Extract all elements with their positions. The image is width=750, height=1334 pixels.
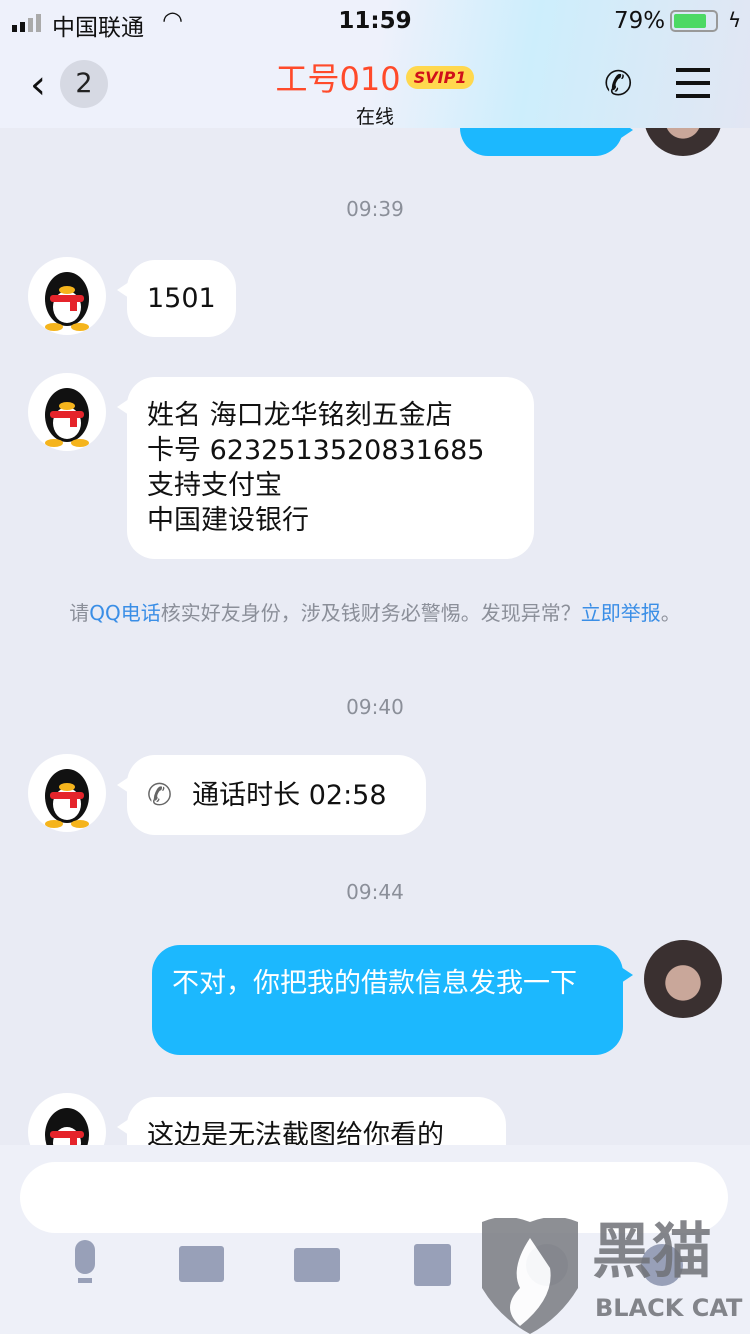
menu-icon[interactable] bbox=[676, 68, 710, 98]
nav-header: 中国联通 ◠ 11:59 79% ϟ ‹ 2 工号010 SVIP1 在线 ✆ bbox=[0, 0, 750, 128]
phone-icon[interactable]: ✆ bbox=[604, 64, 633, 104]
line: 姓名 海口龙华铭刻五金店 bbox=[147, 400, 453, 431]
line: 支持支付宝 bbox=[147, 470, 282, 501]
timestamp: 09:44 bbox=[346, 880, 404, 904]
microphone-icon[interactable] bbox=[55, 1240, 115, 1300]
notice-text: 。 bbox=[660, 601, 681, 625]
title-group: 工号010 SVIP1 在线 bbox=[0, 54, 750, 129]
notice-text: 请 bbox=[69, 601, 90, 625]
message-bubble-bank-info: 姓名 海口龙华铭刻五金店 卡号 6232513520831685 支持支付宝 中… bbox=[117, 377, 534, 559]
svip-badge: SVIP1 bbox=[405, 65, 475, 89]
notice-text: 核实好友身份，涉及钱财务必警惕。发现异常？ bbox=[160, 601, 581, 625]
my-avatar[interactable] bbox=[644, 940, 722, 1018]
call-duration: 通话时长 02:58 bbox=[192, 779, 387, 811]
call-record-bubble[interactable]: ✆ 通话时长 02:58 bbox=[117, 755, 426, 835]
phone-icon: ✆ bbox=[147, 777, 173, 813]
qq-call-link[interactable]: QQ电话 bbox=[89, 601, 160, 625]
online-status: 在线 bbox=[355, 106, 394, 128]
status-bar: 中国联通 ◠ 11:59 79% ϟ bbox=[0, 0, 750, 41]
message-bubble-me: 不对，你把我的借款信息发我一下 bbox=[152, 945, 633, 1055]
red-packet-icon[interactable] bbox=[414, 1240, 474, 1300]
charging-icon: ϟ bbox=[728, 8, 742, 32]
contact-name: 工号010 bbox=[275, 60, 401, 98]
security-notice: 请QQ电话核实好友身份，涉及钱财务必警惕。发现异常？立即举报。 bbox=[55, 598, 695, 628]
message-bubble: 1501 bbox=[117, 260, 236, 337]
line: 中国建设银行 bbox=[147, 505, 309, 536]
battery-icon bbox=[670, 10, 718, 32]
line: 卡号 6232513520831685 bbox=[147, 435, 485, 466]
contact-avatar[interactable] bbox=[28, 373, 106, 451]
image-icon[interactable] bbox=[179, 1240, 239, 1300]
timestamp: 09:40 bbox=[346, 695, 404, 719]
report-link[interactable]: 立即举报 bbox=[581, 601, 661, 625]
battery-percent: 79% bbox=[614, 8, 666, 34]
contact-avatar[interactable] bbox=[28, 257, 106, 335]
black-cat-watermark: 黑猫 BLACK CAT bbox=[480, 1218, 750, 1334]
camera-icon[interactable] bbox=[294, 1240, 354, 1300]
timestamp: 09:39 bbox=[346, 197, 404, 221]
contact-avatar[interactable] bbox=[28, 754, 106, 832]
